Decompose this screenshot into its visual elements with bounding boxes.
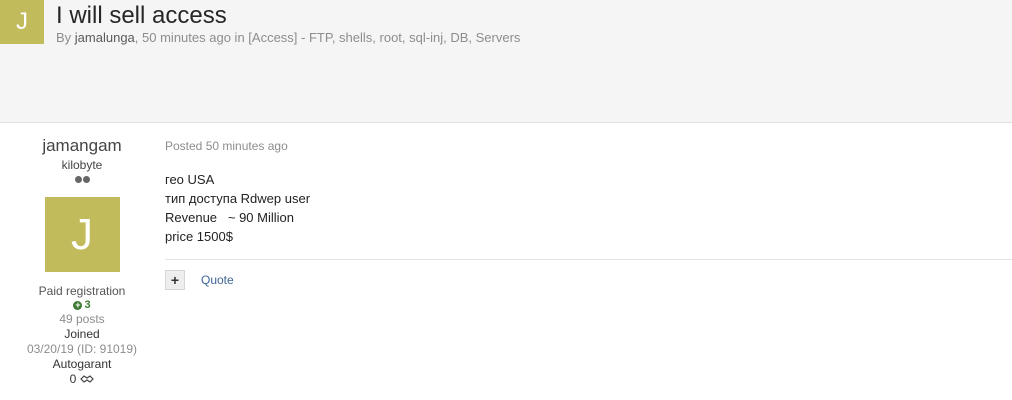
joined-value: 03/20/19 (ID: 91019)	[26, 342, 138, 356]
post-body: гео USA тип доступа Rdwep user Revenue ~…	[165, 170, 1012, 246]
post-actions: + Quote	[165, 270, 234, 290]
author-avatar[interactable]: J	[44, 197, 120, 272]
handshake-icon	[80, 375, 95, 383]
plus-circle-icon: +	[73, 299, 83, 310]
post-date[interactable]: Posted 50 minutes ago	[165, 139, 1012, 153]
post-line: гео USA	[165, 172, 215, 187]
reputation-value: 3	[84, 299, 91, 311]
topic-header: J I will sell access By jamalunga, 50 mi…	[0, 0, 1012, 123]
post-content: Posted 50 minutes ago гео USA тип доступ…	[165, 139, 1012, 290]
in-prefix: in	[230, 30, 249, 45]
autogarant-value: 0	[69, 372, 77, 386]
post-divider	[165, 259, 1012, 260]
joined-label: Joined	[64, 327, 100, 341]
by-prefix: By	[56, 30, 75, 45]
multiquote-plus-button[interactable]: +	[165, 270, 185, 290]
author-title: kilobyte	[61, 158, 103, 172]
author-group: Paid registration	[38, 284, 126, 298]
post-line: Revenue ~ 90 Million	[165, 210, 294, 225]
meta-comma: ,	[134, 30, 143, 45]
topic-title: I will sell access	[56, 2, 227, 29]
forum-link[interactable]: [Access] - FTP, shells, root, sql-inj, D…	[248, 30, 520, 45]
rank-dots-icon	[0, 176, 164, 186]
autogarant-value-row: 0	[0, 372, 164, 386]
quote-button[interactable]: Quote	[201, 273, 234, 287]
topic-author-avatar[interactable]: J	[0, 0, 44, 44]
topic-meta: By jamalunga, 50 minutes ago in [Access]…	[56, 30, 520, 45]
autogarant-label: Autogarant	[52, 357, 112, 371]
post-line: price 1500$	[165, 229, 233, 244]
topic-author-link[interactable]: jamalunga	[75, 30, 135, 45]
reputation-badge[interactable]: + 3	[0, 299, 164, 311]
post-line: тип доступа Rdwep user	[165, 191, 311, 206]
topic-time: 50 minutes ago	[142, 30, 231, 45]
author-posts[interactable]: 49 posts	[0, 312, 164, 326]
author-name[interactable]: jamangam	[0, 136, 164, 156]
author-panel: jamangam kilobyte J Paid registration + …	[0, 136, 164, 386]
